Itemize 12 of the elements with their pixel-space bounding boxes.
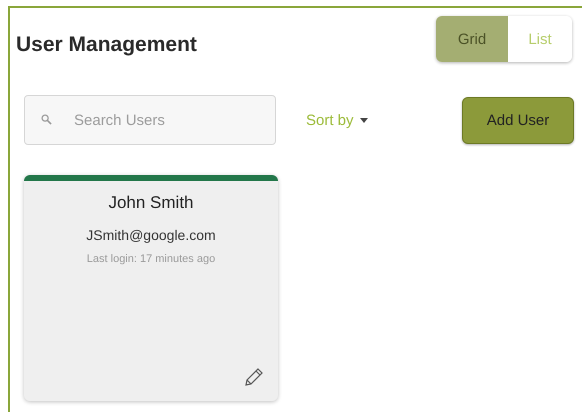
search-field[interactable]: Search Users (24, 95, 276, 145)
search-icon (41, 114, 52, 125)
sort-dropdown[interactable]: Sort by (306, 112, 368, 128)
page-title: User Management (16, 32, 197, 57)
user-email: JSmith@google.com (86, 227, 216, 243)
caret-icon (360, 118, 368, 122)
add-user-button[interactable]: Add User (462, 96, 574, 144)
last-login-text: Last login: 17 minutes ago (86, 253, 216, 265)
pencil-icon[interactable] (244, 367, 264, 387)
view-toggle-button[interactable]: Grid (436, 16, 508, 62)
view-toggle-button[interactable]: List (508, 16, 572, 62)
user-name: John Smith (108, 193, 194, 213)
